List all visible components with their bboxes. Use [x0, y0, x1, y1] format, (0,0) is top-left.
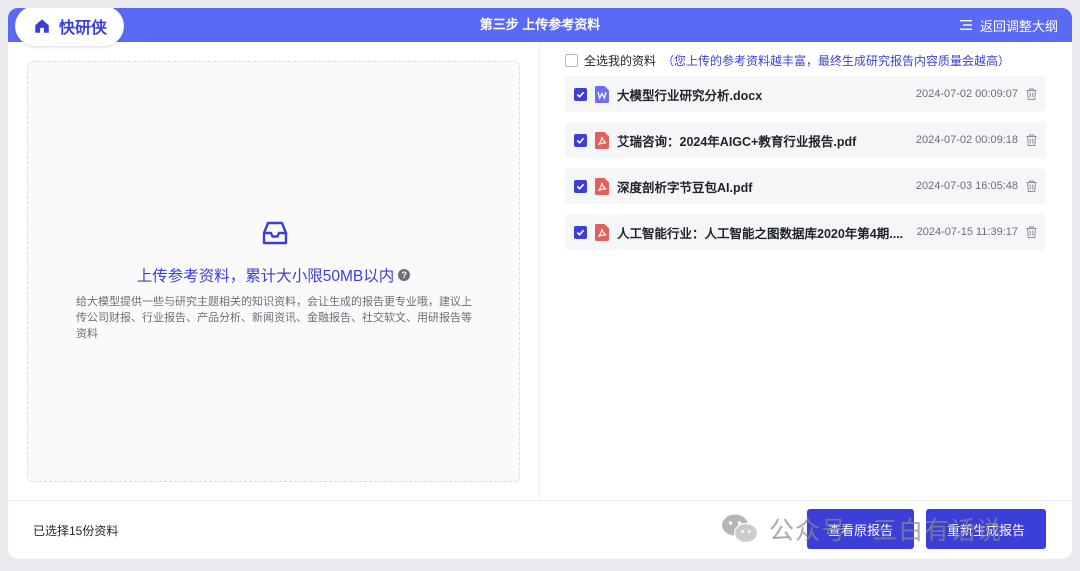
step-title: 第三步 上传参考资料 [479, 17, 601, 32]
word-file-icon [595, 85, 609, 103]
upload-description: 给大模型提供一些与研究主题相关的知识资料，会让生成的报告更专业哦，建议上传公司财… [76, 296, 472, 340]
select-all-checkbox[interactable] [565, 53, 578, 67]
home-logo-button[interactable]: 快研侠 [15, 8, 124, 46]
file-timestamp: 2024-07-02 00:09:18 [915, 134, 1018, 146]
trash-icon[interactable] [1026, 180, 1037, 192]
inbox-icon [262, 221, 288, 245]
file-row[interactable]: 深度剖析字节豆包AI.pdf 2024-07-03 16:05:48 [565, 168, 1046, 204]
select-all-label[interactable]: 全选我的资料 [584, 52, 656, 69]
panel-divider [539, 42, 540, 501]
menu-lines-icon [959, 20, 972, 30]
file-checkbox[interactable] [574, 225, 587, 239]
footer-divider [8, 500, 1072, 501]
pdf-file-icon [595, 223, 609, 241]
wechat-icon [722, 514, 759, 544]
file-checkbox[interactable] [574, 87, 587, 101]
top-bar: 快研侠 第三步 上传参考资料 返回调整大纲 [8, 8, 1072, 46]
file-list: 大模型行业研究分析.docx 2024-07-02 00:09:07 艾瑞咨询：… [565, 76, 1046, 260]
file-timestamp: 2024-07-03 16:05:48 [915, 180, 1018, 192]
select-all-hint: （您上传的参考资料越丰富，最终生成研究报告内容质量会越高） [662, 53, 1011, 68]
file-name: 人工智能行业：人工智能之图数据库2020年第4期.... [617, 226, 904, 241]
regenerate-report-button[interactable]: 重新生成报告 [926, 509, 1046, 549]
selected-count: 已选择15份资料 [33, 524, 119, 538]
checkmark-icon [576, 91, 585, 98]
file-checkbox[interactable] [574, 179, 587, 193]
pdf-file-icon [595, 131, 609, 149]
file-name: 大模型行业研究分析.docx [617, 88, 763, 103]
upload-title-text: 上传参考资料，累计大小限50MB以内 [136, 268, 395, 285]
trash-icon[interactable] [1026, 226, 1037, 238]
checkmark-icon [576, 229, 585, 236]
checkmark-icon [576, 137, 585, 144]
back-to-outline-link[interactable]: 返回调整大纲 [959, 8, 1058, 42]
back-link-label: 返回调整大纲 [979, 18, 1058, 34]
file-name: 深度剖析字节豆包AI.pdf [617, 180, 753, 195]
logo-text: 快研侠 [59, 20, 108, 37]
file-row[interactable]: 大模型行业研究分析.docx 2024-07-02 00:09:07 [565, 76, 1046, 112]
file-timestamp: 2024-07-15 11:39:17 [916, 226, 1018, 238]
app-window: 快研侠 第三步 上传参考资料 返回调整大纲 上传参考资料，累计大小限50MB以内… [8, 8, 1072, 559]
help-icon[interactable]: ? [398, 269, 411, 281]
upload-dropzone[interactable]: 上传参考资料，累计大小限50MB以内 ? 给大模型提供一些与研究主题相关的知识资… [27, 61, 520, 482]
file-timestamp: 2024-07-02 00:09:07 [915, 88, 1018, 100]
trash-icon[interactable] [1026, 88, 1037, 100]
file-row[interactable]: 人工智能行业：人工智能之图数据库2020年第4期.... 2024-07-15 … [565, 214, 1046, 250]
view-original-report-button[interactable]: 查看原报告 [807, 509, 914, 549]
trash-icon[interactable] [1026, 134, 1037, 146]
upload-title: 上传参考资料，累计大小限50MB以内 ? [28, 264, 519, 286]
select-all-row: 全选我的资料 （您上传的参考资料越丰富，最终生成研究报告内容质量会越高） [565, 51, 1010, 69]
home-icon [35, 19, 49, 33]
file-name: 艾瑞咨询：2024年AIGC+教育行业报告.pdf [617, 134, 857, 149]
file-row[interactable]: 艾瑞咨询：2024年AIGC+教育行业报告.pdf 2024-07-02 00:… [565, 122, 1046, 158]
checkmark-icon [576, 183, 585, 190]
file-checkbox[interactable] [574, 133, 587, 147]
pdf-file-icon [595, 177, 609, 195]
